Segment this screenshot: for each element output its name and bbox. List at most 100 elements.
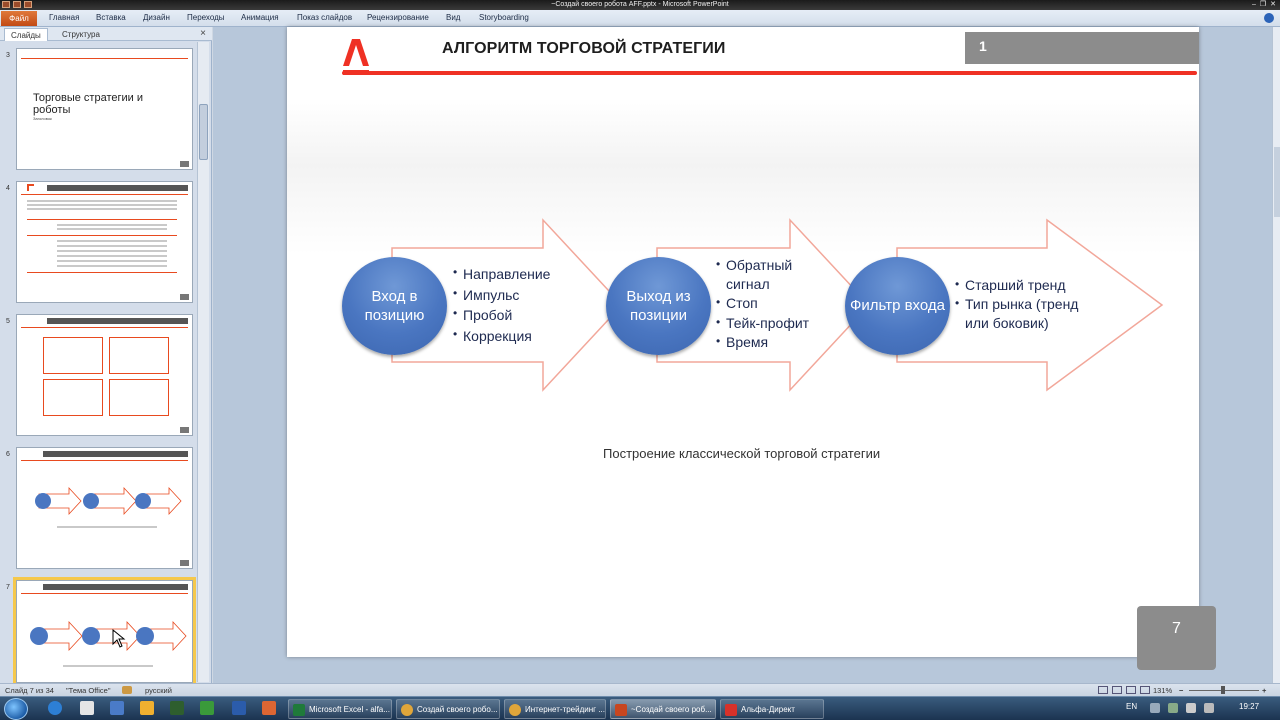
- taskbar-excel[interactable]: Microsoft Excel - alfa...: [288, 699, 392, 719]
- section-number-box[interactable]: 1: [965, 32, 1199, 64]
- excel-icon: [293, 704, 305, 716]
- start-button[interactable]: [4, 698, 28, 720]
- thumb-accent-line: [21, 327, 188, 328]
- tab-transitions[interactable]: Переходы: [187, 13, 225, 22]
- bullet-item: Старший тренд: [955, 276, 1100, 295]
- panel-scroll-thumb[interactable]: [199, 104, 208, 160]
- spellcheck-icon[interactable]: [122, 686, 132, 694]
- help-icon[interactable]: [1264, 13, 1274, 23]
- slide-thumbnail-7[interactable]: [13, 577, 196, 686]
- tab-review[interactable]: Рецензирование: [367, 13, 429, 22]
- thumb-subtitle: Заголовок: [33, 116, 52, 121]
- word-icon[interactable]: [232, 701, 246, 715]
- slide-thumbnail-4[interactable]: [16, 181, 193, 303]
- editor-scrollbar[interactable]: [1272, 27, 1280, 683]
- thumb-header-bar: [47, 318, 188, 324]
- slideshow-view-icon[interactable]: [1140, 686, 1150, 694]
- step-3-bullets[interactable]: Старший тренд Тип рынка (тренд или боков…: [955, 276, 1100, 334]
- thumb-text-line: [57, 228, 167, 230]
- zoom-in-icon[interactable]: +: [1262, 686, 1266, 695]
- tab-file[interactable]: Файл: [1, 11, 37, 26]
- clock[interactable]: 19:27: [1239, 702, 1259, 711]
- slide-thumbnail-5[interactable]: [16, 314, 193, 436]
- app-icon[interactable]: [110, 701, 124, 715]
- tab-view[interactable]: Вид: [446, 13, 460, 22]
- thumb-accent-line: [21, 194, 188, 195]
- thumb-text-line: [57, 260, 167, 262]
- thumb-logo: [27, 184, 34, 191]
- tray-icon[interactable]: [1150, 703, 1160, 713]
- normal-view-icon[interactable]: [1098, 686, 1108, 694]
- mouse-cursor-icon: [112, 629, 126, 648]
- minimize-button[interactable]: –: [1252, 0, 1256, 9]
- bullet-item: Тип рынка (тренд или боковик): [955, 295, 1100, 333]
- thumb-accent-line: [21, 593, 188, 594]
- thumb-text-line: [57, 526, 157, 528]
- thumb-text-line: [27, 200, 177, 202]
- thumb-text-line: [27, 204, 177, 206]
- thumb-text-line: [57, 240, 167, 242]
- slide-thumbnail-6[interactable]: [16, 447, 193, 569]
- thumb-header-bar: [43, 584, 188, 590]
- thumb-header-bar: [47, 185, 188, 191]
- editor-scroll-thumb[interactable]: [1274, 147, 1280, 217]
- zoom-slider-thumb[interactable]: [1221, 686, 1225, 694]
- step-1-bullets[interactable]: Направление Импульс Пробой Коррекция: [453, 264, 573, 347]
- step-circle-3[interactable]: Фильтр входа: [845, 257, 950, 355]
- keyboard-language[interactable]: EN: [1126, 702, 1137, 711]
- slide-caption[interactable]: Построение классической торговой стратег…: [603, 446, 880, 461]
- maximize-button[interactable]: ❐: [1260, 0, 1266, 9]
- tab-animation[interactable]: Анимация: [241, 13, 279, 22]
- step-2-bullets[interactable]: Обратный сигнал Стоп Тейк-профит Время: [716, 256, 826, 352]
- taskbar-alfa-direct[interactable]: Альфа-Директ: [720, 699, 824, 719]
- thumb-text-line: [57, 255, 167, 257]
- zoom-level[interactable]: 131%: [1153, 686, 1172, 695]
- thumb-accent-line: [27, 235, 177, 236]
- theme-name: "Тема Office": [66, 686, 111, 695]
- close-panel-icon[interactable]: ×: [200, 28, 206, 40]
- tab-home[interactable]: Главная: [49, 13, 79, 22]
- task-label: Интернет-трейдинг ...: [525, 705, 605, 714]
- reading-view-icon[interactable]: [1126, 686, 1136, 694]
- taskbar-browser-2[interactable]: Интернет-трейдинг ...: [504, 699, 606, 719]
- folder-icon[interactable]: [140, 701, 154, 715]
- sorter-view-icon[interactable]: [1112, 686, 1122, 694]
- language-indicator[interactable]: русский: [145, 686, 172, 695]
- thumb-number: 3: [6, 52, 10, 59]
- tab-design[interactable]: Дизайн: [143, 13, 170, 22]
- thumb-text-line: [57, 245, 167, 247]
- explorer-icon[interactable]: [80, 701, 94, 715]
- slide-thumbnail-3[interactable]: Торговые стратегии и роботы Заголовок: [16, 48, 193, 170]
- step-circle-2[interactable]: Выход из позиции: [606, 257, 711, 355]
- close-window-button[interactable]: ✕: [1270, 0, 1276, 9]
- thumb-corner: [180, 294, 189, 300]
- thumb-text-line: [57, 224, 167, 226]
- tab-slides[interactable]: Слайды: [4, 28, 48, 41]
- slide-canvas[interactable]: АЛГОРИТМ ТОРГОВОЙ СТРАТЕГИИ 1 Вход в поз…: [287, 27, 1199, 657]
- tab-outline[interactable]: Структура: [56, 28, 106, 41]
- app-icon[interactable]: [262, 701, 276, 715]
- thumb-box: [43, 379, 103, 416]
- tab-insert[interactable]: Вставка: [96, 13, 126, 22]
- app-icon[interactable]: [170, 701, 184, 715]
- tray-icon[interactable]: [1204, 703, 1214, 713]
- powerpoint-icon: [615, 704, 627, 716]
- app-icon[interactable]: [200, 701, 214, 715]
- taskbar-powerpoint[interactable]: ~Создай своего роб...: [610, 699, 716, 719]
- ie-icon[interactable]: [48, 701, 62, 715]
- page-number-box[interactable]: 7: [1137, 606, 1216, 670]
- thumb-number: 5: [6, 318, 10, 325]
- zoom-out-icon[interactable]: −: [1179, 686, 1183, 695]
- step-circle-1[interactable]: Вход в позицию: [342, 257, 447, 355]
- thumb-accent-line: [21, 58, 188, 59]
- thumb-number: 6: [6, 451, 10, 458]
- tab-storyboarding[interactable]: Storyboarding: [479, 13, 529, 22]
- thumb-box: [109, 379, 169, 416]
- volume-icon[interactable]: [1186, 703, 1196, 713]
- taskbar-browser-1[interactable]: Создай своего робо...: [396, 699, 500, 719]
- alfa-direct-icon: [725, 704, 737, 716]
- tab-slideshow[interactable]: Показ слайдов: [297, 13, 352, 22]
- panel-scrollbar[interactable]: [197, 42, 209, 682]
- slide-title[interactable]: АЛГОРИТМ ТОРГОВОЙ СТРАТЕГИИ: [442, 40, 726, 58]
- network-icon[interactable]: [1168, 703, 1178, 713]
